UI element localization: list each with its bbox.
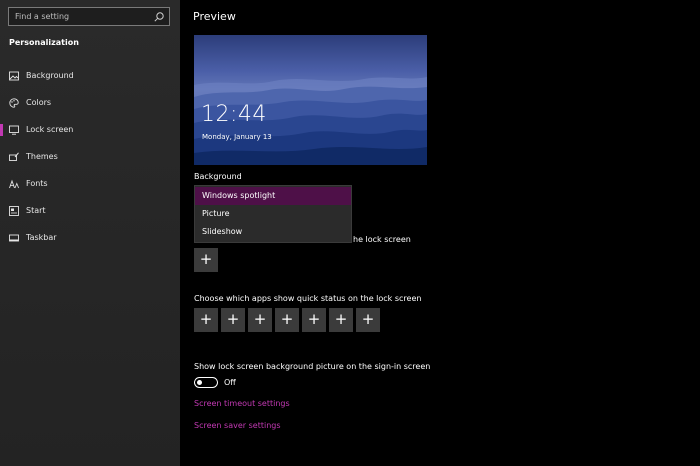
palette-icon bbox=[9, 98, 19, 108]
toggle-knob bbox=[197, 380, 202, 385]
sidebar-item-themes[interactable]: Themes bbox=[0, 148, 180, 166]
add-quick-status-app-button[interactable]: + bbox=[221, 308, 245, 332]
preview-clock: 12:44 bbox=[201, 102, 267, 127]
add-quick-status-app-button[interactable]: + bbox=[302, 308, 326, 332]
preview-date: Monday, January 13 bbox=[202, 133, 272, 141]
sidebar-item-label: Start bbox=[26, 206, 46, 215]
sidebar-item-label: Taskbar bbox=[26, 233, 57, 242]
add-detailed-status-app-button[interactable]: + bbox=[194, 248, 218, 272]
search-icon bbox=[154, 12, 164, 22]
sidebar: Find a setting Personalization Backgroun… bbox=[0, 0, 180, 466]
sidebar-item-label: Colors bbox=[26, 98, 52, 107]
section-title: Personalization bbox=[9, 38, 79, 47]
toggle-state-text: Off bbox=[224, 378, 236, 387]
sidebar-item-lock-screen[interactable]: Lock screen bbox=[0, 121, 180, 139]
dropdown-option-slideshow[interactable]: Slideshow bbox=[195, 223, 351, 241]
mountain-landscape-image bbox=[194, 77, 427, 165]
search-input[interactable]: Find a setting bbox=[8, 7, 170, 26]
signin-background-label: Show lock screen background picture on t… bbox=[194, 362, 431, 371]
taskbar-icon bbox=[9, 234, 19, 242]
sidebar-item-fonts[interactable]: Fonts bbox=[0, 175, 180, 193]
brush-icon bbox=[9, 152, 19, 161]
sidebar-item-label: Themes bbox=[26, 152, 58, 161]
start-icon bbox=[9, 206, 19, 216]
dropdown-option-windows-spotlight[interactable]: Windows spotlight bbox=[195, 187, 351, 205]
add-quick-status-app-button[interactable]: + bbox=[329, 308, 353, 332]
fonts-icon bbox=[9, 179, 19, 189]
sidebar-item-label: Background bbox=[26, 71, 74, 80]
monitor-icon bbox=[9, 125, 19, 135]
add-quick-status-app-button[interactable]: + bbox=[248, 308, 272, 332]
quick-status-label: Choose which apps show quick status on t… bbox=[194, 294, 422, 303]
sidebar-item-taskbar[interactable]: Taskbar bbox=[0, 229, 180, 247]
add-quick-status-app-button[interactable]: + bbox=[275, 308, 299, 332]
detailed-status-label: he lock screen bbox=[353, 235, 411, 244]
sidebar-item-label: Fonts bbox=[26, 179, 48, 188]
active-indicator bbox=[0, 124, 3, 136]
background-label: Background bbox=[194, 172, 242, 181]
sidebar-item-label: Lock screen bbox=[26, 125, 74, 134]
page-title: Preview bbox=[193, 10, 236, 23]
search-placeholder: Find a setting bbox=[15, 12, 70, 21]
add-quick-status-app-button[interactable]: + bbox=[194, 308, 218, 332]
dropdown-option-picture[interactable]: Picture bbox=[195, 205, 351, 223]
background-dropdown[interactable]: Windows spotlight Picture Slideshow bbox=[194, 185, 352, 243]
add-quick-status-app-button[interactable]: + bbox=[356, 308, 380, 332]
sidebar-item-background[interactable]: Background bbox=[0, 67, 180, 85]
screen-saver-settings-link[interactable]: Screen saver settings bbox=[194, 421, 281, 430]
screen-timeout-settings-link[interactable]: Screen timeout settings bbox=[194, 399, 290, 408]
lock-screen-preview: 12:44 Monday, January 13 bbox=[194, 35, 427, 165]
signin-background-toggle[interactable] bbox=[194, 377, 218, 388]
main-content: Preview 12:44 Monday, January 13 Backgro… bbox=[180, 0, 700, 466]
sidebar-item-colors[interactable]: Colors bbox=[0, 94, 180, 112]
image-icon bbox=[9, 71, 19, 81]
sidebar-item-start[interactable]: Start bbox=[0, 202, 180, 220]
